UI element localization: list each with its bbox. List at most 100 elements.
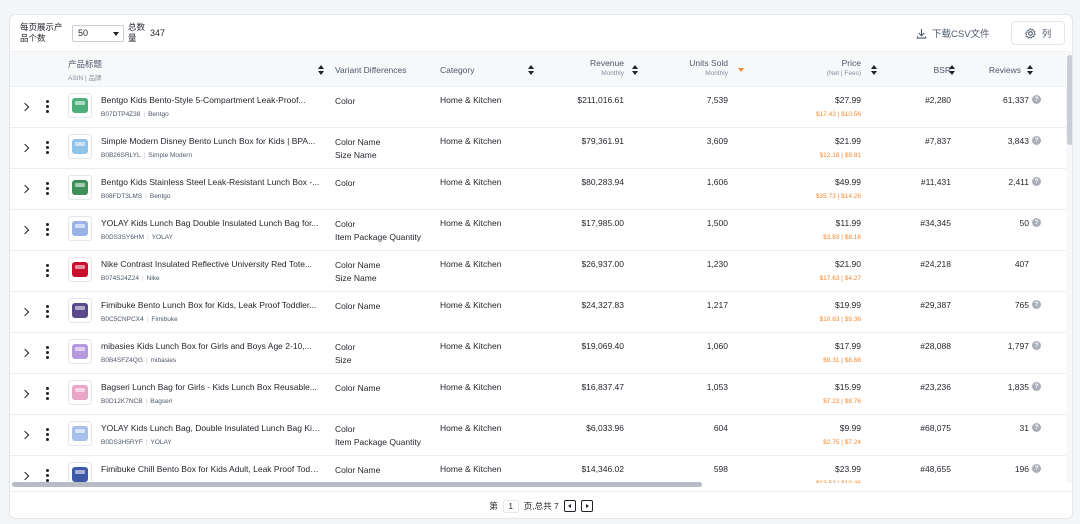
variant-differences: Color <box>335 95 355 108</box>
product-meta: B0DS3H5RYF | YOLAY <box>101 439 172 446</box>
bsr: #7,837 <box>925 136 951 146</box>
horizontal-scrollbar[interactable] <box>10 481 1066 488</box>
table-row[interactable]: YOLAY Kids Lunch Bag, Double Insulated L… <box>10 415 1066 456</box>
sort-revenue-icon[interactable] <box>632 65 638 75</box>
columns-button[interactable]: 列 <box>1011 21 1065 45</box>
units-sold: 1,217 <box>706 300 728 310</box>
asin[interactable]: B0B4SFZ4QG <box>101 357 143 364</box>
brand: Bentgo <box>149 193 171 200</box>
product-thumbnail[interactable] <box>68 298 92 323</box>
product-thumbnail[interactable] <box>68 134 92 159</box>
next-page-button[interactable] <box>580 500 593 512</box>
sort-product-icon[interactable] <box>318 65 324 75</box>
product-title-link[interactable]: YOLAY Kids Lunch Bag Double Insulated Lu… <box>101 218 323 228</box>
table-row[interactable]: Nike Contrast Insulated Reflective Unive… <box>10 251 1066 292</box>
more-vertical-icon[interactable] <box>46 428 50 442</box>
variant-line: Item Package Quantity <box>335 437 421 447</box>
help-icon[interactable]: ? <box>1032 95 1041 104</box>
product-title-link[interactable]: Bentgo Kids Bento-Style 5-Compartment Le… <box>101 95 323 105</box>
sort-reviews-icon[interactable] <box>1027 65 1033 75</box>
help-icon[interactable]: ? <box>1032 423 1041 432</box>
sort-category-icon[interactable] <box>528 65 534 75</box>
product-thumbnail[interactable] <box>68 380 92 405</box>
help-icon[interactable]: ? <box>1032 136 1041 145</box>
product-thumbnail[interactable] <box>68 257 92 282</box>
brand: Nike <box>146 275 160 282</box>
col-header-revenue-sub: Monthly <box>601 70 624 77</box>
product-title-link[interactable]: Bentgo Kids Stainless Steel Leak-Resista… <box>101 177 323 187</box>
meta-separator: | <box>146 316 149 323</box>
product-thumbnail[interactable] <box>68 339 92 364</box>
meta-separator: | <box>145 193 147 200</box>
chevron-right-icon[interactable] <box>20 142 30 154</box>
help-icon[interactable]: ? <box>1032 218 1041 227</box>
chevron-right-icon[interactable] <box>20 388 30 400</box>
product-title-link[interactable]: Bagseri Lunch Bag for Girls - Kids Lunch… <box>101 382 323 392</box>
more-vertical-icon[interactable] <box>46 305 50 319</box>
more-vertical-icon[interactable] <box>46 100 50 114</box>
price-net-fees: $17.43 | $10.56 <box>815 111 861 118</box>
table-row[interactable]: Bagseri Lunch Bag for Girls - Kids Lunch… <box>10 374 1066 415</box>
chevron-right-icon[interactable] <box>20 347 30 359</box>
more-vertical-icon[interactable] <box>46 264 50 278</box>
asin[interactable]: B0C5CNPCX4 <box>101 316 144 323</box>
product-title-link[interactable]: Fimibuke Chill Bento Box for Kids Adult,… <box>101 464 323 474</box>
col-header-variant: Variant Differences <box>335 65 407 75</box>
vertical-scroll-thumb[interactable] <box>1067 55 1072 145</box>
page-input[interactable]: 1 <box>502 499 519 513</box>
more-vertical-icon[interactable] <box>46 346 50 360</box>
table-row[interactable]: YOLAY Kids Lunch Bag Double Insulated Lu… <box>10 210 1066 251</box>
product-title-link[interactable]: YOLAY Kids Lunch Bag, Double Insulated L… <box>101 423 323 433</box>
product-thumbnail[interactable] <box>68 462 92 483</box>
chevron-right-icon[interactable] <box>20 306 30 318</box>
prev-page-button[interactable] <box>563 500 576 512</box>
bsr: #11,431 <box>920 177 951 187</box>
table-row[interactable]: mibasies Kids Lunch Box for Girls and Bo… <box>10 333 1066 374</box>
help-icon[interactable]: ? <box>1032 300 1041 309</box>
more-vertical-icon[interactable] <box>46 182 50 196</box>
product-title-link[interactable]: Nike Contrast Insulated Reflective Unive… <box>101 259 323 269</box>
revenue: $80,283.94 <box>581 177 624 187</box>
help-icon[interactable]: ? <box>1032 464 1041 473</box>
variant-line: Color <box>335 219 356 229</box>
sort-price-icon[interactable] <box>871 65 877 75</box>
product-thumbnail[interactable] <box>68 421 92 446</box>
product-title-link[interactable]: Fimibuke Bento Lunch Box for Kids, Leak … <box>101 300 323 310</box>
product-title-link[interactable]: mibasies Kids Lunch Box for Girls and Bo… <box>101 341 323 351</box>
sort-bsr-icon[interactable] <box>949 65 955 75</box>
product-thumbnail[interactable] <box>68 175 92 200</box>
asin[interactable]: B0DS3SY6HM <box>101 234 144 241</box>
product-thumbnail[interactable] <box>68 93 92 118</box>
sort-units-active-icon[interactable] <box>738 68 744 72</box>
more-vertical-icon[interactable] <box>46 387 50 401</box>
table-row[interactable]: Bentgo Kids Bento-Style 5-Compartment Le… <box>10 87 1066 128</box>
chevron-right-icon[interactable] <box>20 101 30 113</box>
asin[interactable]: B074S24Z24 <box>101 275 139 282</box>
asin[interactable]: B07DTP4Z38 <box>101 111 140 118</box>
table-row[interactable]: Fimibuke Bento Lunch Box for Kids, Leak … <box>10 292 1066 333</box>
product-thumbnail[interactable] <box>68 216 92 241</box>
variant-differences: Color Name <box>335 300 380 313</box>
horizontal-scroll-thumb[interactable] <box>12 482 702 487</box>
help-icon[interactable]: ? <box>1032 177 1041 186</box>
table-row[interactable]: Bentgo Kids Stainless Steel Leak-Resista… <box>10 169 1066 210</box>
per-page-select[interactable]: 50 <box>72 25 124 42</box>
asin[interactable]: B0D12K7NCB <box>101 398 143 405</box>
asin[interactable]: B08FDT3LMS <box>101 193 142 200</box>
revenue: $26,937.00 <box>581 259 624 269</box>
price: $23.99 <box>835 464 861 474</box>
help-icon[interactable]: ? <box>1032 382 1041 391</box>
table-row[interactable]: Simple Modern Disney Bento Lunch Box for… <box>10 128 1066 169</box>
download-csv-button[interactable]: 下载CSV文件 <box>916 25 990 41</box>
asin[interactable]: B0DS3H5RYF <box>101 439 143 446</box>
vertical-scrollbar[interactable] <box>1066 51 1072 483</box>
help-icon[interactable]: ? <box>1032 341 1041 350</box>
product-title-link[interactable]: Simple Modern Disney Bento Lunch Box for… <box>101 136 323 146</box>
more-vertical-icon[interactable] <box>46 223 50 237</box>
chevron-right-icon[interactable] <box>20 429 30 441</box>
more-vertical-icon[interactable] <box>46 141 50 155</box>
chevron-right-icon[interactable] <box>20 224 30 236</box>
table-row[interactable]: Fimibuke Chill Bento Box for Kids Adult,… <box>10 456 1066 483</box>
asin[interactable]: B0B26SRLYL <box>101 152 141 159</box>
chevron-right-icon[interactable] <box>20 183 30 195</box>
